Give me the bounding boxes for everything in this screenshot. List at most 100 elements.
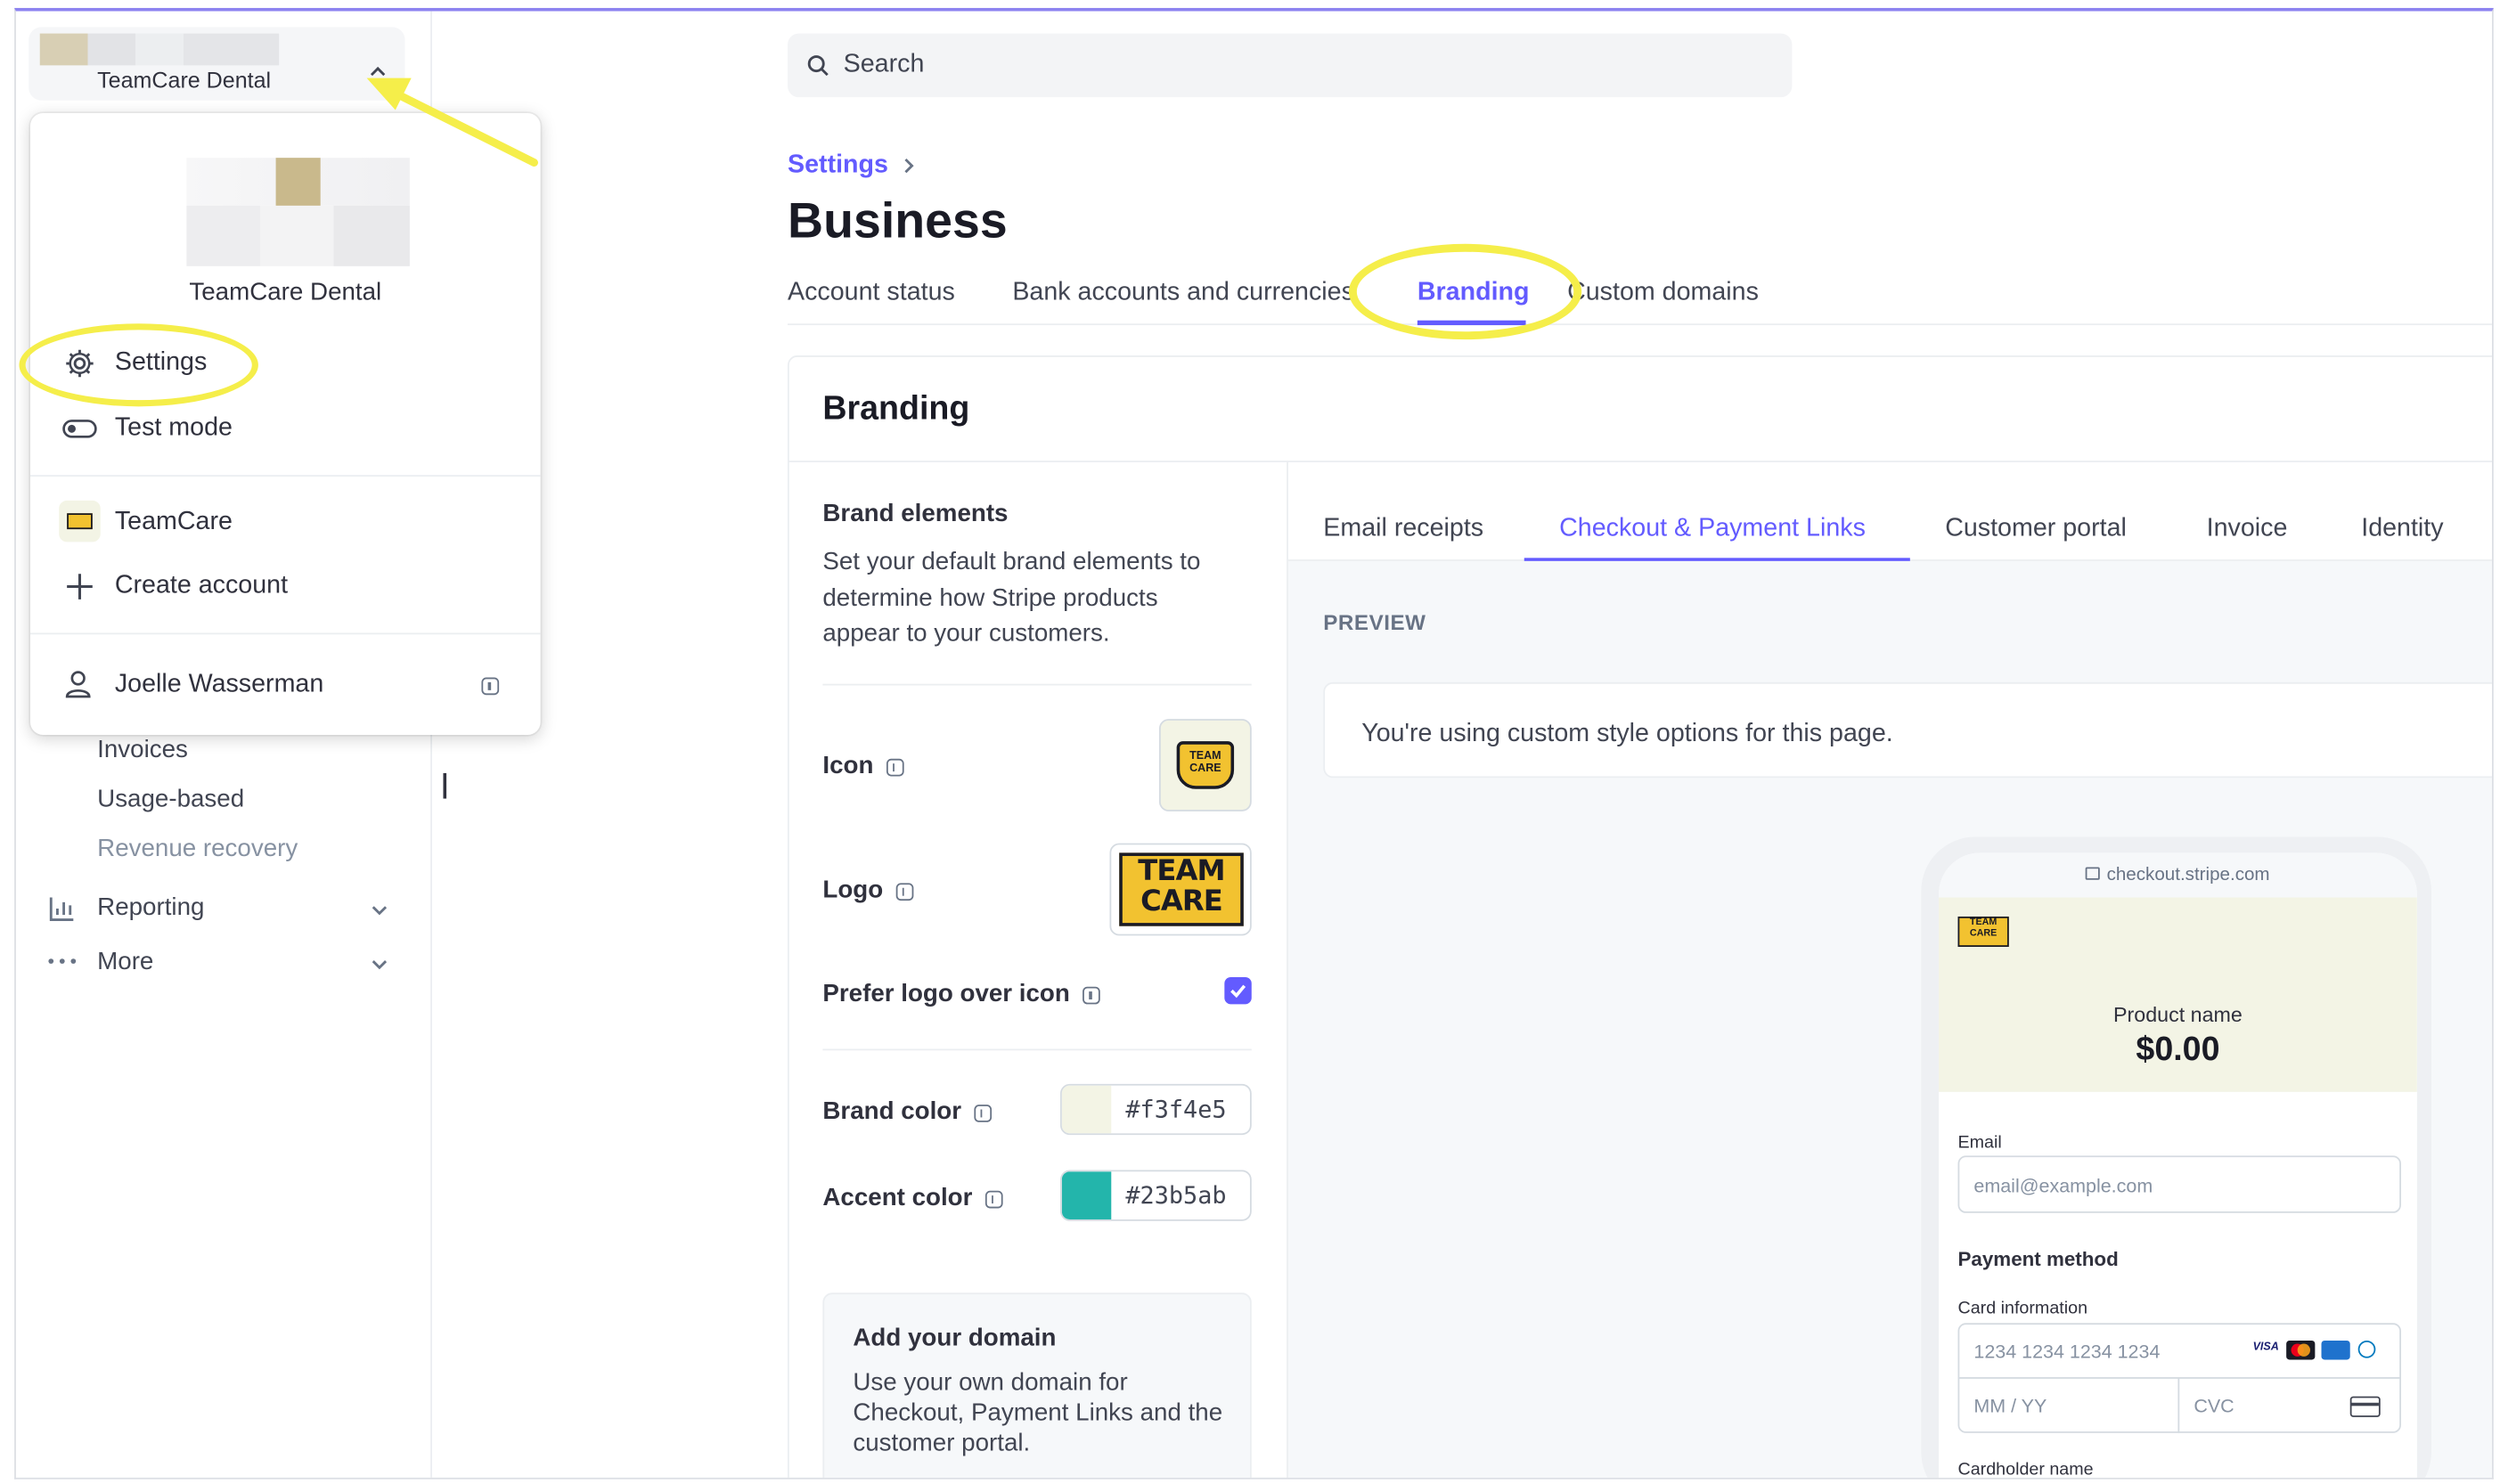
account-dropdown-menu: TeamCare Dental Settings Test mode TeamC… (30, 113, 541, 735)
dropdown-create-account[interactable]: Create account (115, 572, 288, 600)
checkmark-icon (1230, 984, 1246, 999)
brand-color-value: #f3f4e5 (1125, 1095, 1227, 1124)
info-icon[interactable] (1083, 985, 1100, 1004)
brand-icon-text-1: TEAM (1189, 750, 1221, 762)
brand-logo-text-2: CARE (1140, 885, 1223, 918)
lock-icon (2086, 867, 2101, 880)
email-placeholder: email@example.com (1973, 1174, 2153, 1197)
brand-logo-upload[interactable]: TEAM CARE (1109, 843, 1252, 936)
page-title: Business (788, 192, 1008, 249)
email-label: Email (1957, 1133, 2002, 1153)
brand-color-row: Brand color (822, 1098, 993, 1127)
prefer-logo-row: Prefer logo over icon (822, 980, 1100, 1009)
checkout-logo-text-2: CARE (1969, 929, 1998, 940)
subtab-checkout-payment-links[interactable]: Checkout & Payment Links (1559, 515, 1866, 543)
chevron-right-icon (904, 158, 914, 174)
subtab-identity[interactable]: Identity (2361, 515, 2443, 543)
payment-method-title: Payment method (1957, 1248, 2119, 1271)
subtab-email-receipts[interactable]: Email receipts (1323, 515, 1483, 543)
subtab-invoice[interactable]: Invoice (2207, 515, 2288, 543)
phone-screen: checkout.stripe.com TEAM CARE Product nam… (1939, 852, 2417, 1480)
info-icon[interactable] (895, 882, 914, 901)
search-bar[interactable]: Search (788, 33, 1793, 98)
cvc-card-icon (2349, 1396, 2381, 1417)
annotation-highlight-settings (19, 323, 258, 407)
tab-custom-domains[interactable]: Custom domains (1567, 279, 1759, 307)
amex-icon (2321, 1340, 2350, 1360)
brand-icon-image: TEAM CARE (1176, 741, 1235, 789)
cvc-placeholder: CVC (2194, 1394, 2234, 1417)
sidebar-item-usage-based[interactable]: Usage-based (97, 786, 244, 814)
url-bar: checkout.stripe.com (1939, 852, 2417, 898)
logo-label-row: Logo (822, 877, 914, 905)
add-domain-title: Add your domain (853, 1325, 1057, 1352)
card-info-label: Card information (1957, 1299, 2088, 1318)
email-input[interactable]: email@example.com (1957, 1155, 2401, 1213)
dropdown-user-name[interactable]: Joelle Wasserman (115, 671, 323, 699)
account-name: TeamCare Dental (97, 67, 272, 93)
diners-icon (2357, 1340, 2376, 1358)
prefer-logo-label: Prefer logo over icon (822, 980, 1070, 1007)
icon-label: Icon (822, 752, 874, 780)
sidebar-item-revenue-recovery[interactable]: Revenue recovery (97, 836, 298, 864)
card-number-input[interactable]: 1234 1234 1234 1234 VISA (1957, 1323, 2401, 1379)
card-header-divider (788, 461, 2492, 462)
tab-bank-accounts[interactable]: Bank accounts and currencies (1012, 279, 1379, 307)
accent-color-row: Accent color (822, 1185, 1003, 1213)
product-name: Product name (2113, 1002, 2243, 1027)
brand-icon-upload[interactable]: TEAM CARE (1158, 719, 1252, 811)
preview-notice-box: You're using custom style options for th… (1323, 681, 2492, 779)
app-window: TeamCare Dental Invoices Usage-based Rev… (14, 7, 2494, 1480)
breadcrumb: Settings (788, 151, 915, 180)
logo-label: Logo (822, 877, 884, 904)
preview-heading: PREVIEW (1323, 610, 1426, 635)
user-icon (65, 671, 91, 698)
accent-color-value: #23b5ab (1125, 1181, 1227, 1211)
info-icon[interactable] (974, 1104, 993, 1121)
breadcrumb-settings-link[interactable]: Settings (788, 151, 888, 180)
brand-color-swatch[interactable] (1061, 1085, 1112, 1134)
sidebar-item-invoices[interactable]: Invoices (97, 737, 188, 765)
info-icon[interactable] (984, 1189, 1003, 1208)
cvc-input[interactable]: CVC (2177, 1377, 2401, 1433)
text-cursor (443, 772, 446, 799)
card-number-placeholder: 1234 1234 1234 1234 (1973, 1340, 2161, 1364)
checkout-logo-text-1: TEAM (1969, 917, 1998, 928)
branding-title: Branding (822, 390, 970, 428)
sidebar-item-reporting[interactable]: Reporting (97, 894, 204, 923)
toggle-icon (62, 420, 97, 438)
search-placeholder: Search (843, 51, 925, 78)
brand-elements-title: Brand elements (822, 500, 1009, 528)
prefer-logo-checkbox[interactable] (1224, 976, 1252, 1005)
url-text: checkout.stripe.com (2106, 865, 2270, 885)
divider (822, 683, 1252, 686)
chevron-down-icon[interactable] (372, 959, 388, 971)
icon-label-row: Icon (822, 752, 904, 781)
tab-account-status[interactable]: Account status (788, 279, 955, 307)
account-avatar-blurred (39, 33, 280, 66)
expiry-input[interactable]: MM / YY (1957, 1377, 2180, 1433)
info-icon[interactable] (886, 757, 904, 776)
brand-elements-description: Set your default brand elements to deter… (822, 548, 1201, 648)
reporting-chart-icon (49, 897, 74, 921)
brand-logo-text-1: TEAM (1138, 854, 1225, 888)
add-domain-box: Add your domain Use your own domain for … (822, 1292, 1252, 1478)
dropdown-test-mode[interactable]: Test mode (115, 414, 233, 443)
sidebar-item-more[interactable]: More (97, 949, 153, 977)
subtab-customer-portal[interactable]: Customer portal (1945, 515, 2127, 543)
divider (30, 632, 541, 635)
accent-color-swatch[interactable] (1061, 1171, 1112, 1219)
info-icon[interactable] (481, 677, 500, 696)
add-domain-description: Use your own domain for Checkout, Paymen… (853, 1369, 1223, 1457)
search-icon (807, 55, 829, 77)
annotation-highlight-branding-tab (1348, 243, 1582, 340)
preview-notice-text: You're using custom style options for th… (1361, 720, 1893, 748)
annotation-arrow (366, 77, 538, 167)
dropdown-account-teamcare[interactable]: TeamCare (115, 509, 233, 537)
chevron-down-icon[interactable] (372, 905, 388, 917)
plus-icon (67, 574, 93, 599)
cardholder-label: Cardholder name (1957, 1460, 2094, 1480)
brand-color-input[interactable]: #f3f4e5 (1060, 1083, 1252, 1136)
visa-icon: VISA (2252, 1341, 2279, 1354)
accent-color-input[interactable]: #23b5ab (1060, 1170, 1252, 1221)
